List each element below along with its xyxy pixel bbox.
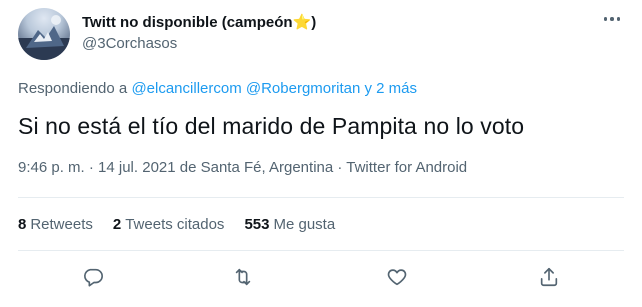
- avatar[interactable]: [18, 8, 70, 60]
- mention-link[interactable]: @elcancillercom: [131, 80, 241, 97]
- replying-to: Respondiendo a @elcancillercom @Robergmo…: [18, 80, 417, 97]
- quotes-label: Tweets citados: [125, 216, 225, 233]
- mention-link[interactable]: @Robergmoritan: [246, 80, 360, 97]
- retweet-icon: [235, 268, 251, 286]
- display-name-text: Twitt no disponible (campeón: [82, 14, 293, 31]
- retweets-label: Retweets: [30, 216, 93, 233]
- share-button[interactable]: [536, 264, 562, 290]
- more-mentions-link[interactable]: y 2 más: [360, 80, 417, 97]
- divider: [18, 250, 624, 251]
- share-icon: [540, 267, 558, 287]
- reply-button[interactable]: [80, 264, 106, 290]
- likes-stat[interactable]: 553 Me gusta: [244, 216, 335, 233]
- divider: [18, 197, 624, 198]
- avatar-image: [18, 15, 70, 60]
- retweets-stat[interactable]: 8 Retweets: [18, 216, 93, 233]
- action-bar: [0, 262, 642, 292]
- tweet-card: Twitt no disponible (campeón⭐) @3Corchas…: [0, 0, 642, 307]
- display-name-close: ): [311, 14, 317, 31]
- retweet-button[interactable]: [230, 264, 256, 290]
- tweet-meta[interactable]: 9:46 p. m. · 14 jul. 2021 de Santa Fé, A…: [18, 159, 467, 176]
- likes-count: 553: [244, 216, 270, 233]
- heart-icon: [387, 269, 407, 286]
- replying-prefix: Respondiendo a: [18, 80, 132, 97]
- display-name[interactable]: Twitt no disponible (campeón⭐): [82, 13, 316, 31]
- tweet-stats: 8 Retweets 2 Tweets citados 553 Me gusta: [18, 216, 335, 233]
- retweets-count: 8: [18, 216, 27, 233]
- more-horizontal-icon[interactable]: [600, 14, 624, 24]
- username[interactable]: @3Corchasos: [82, 35, 177, 52]
- likes-label: Me gusta: [273, 216, 336, 233]
- tweet-text: Si no está el tío del marido de Pampita …: [18, 113, 525, 139]
- reply-icon: [84, 268, 103, 287]
- like-button[interactable]: [384, 264, 410, 290]
- star-emoji-icon: ⭐: [292, 14, 312, 31]
- quotes-count: 2: [112, 216, 122, 233]
- quotes-stat[interactable]: 2 Tweets citados: [113, 216, 225, 233]
